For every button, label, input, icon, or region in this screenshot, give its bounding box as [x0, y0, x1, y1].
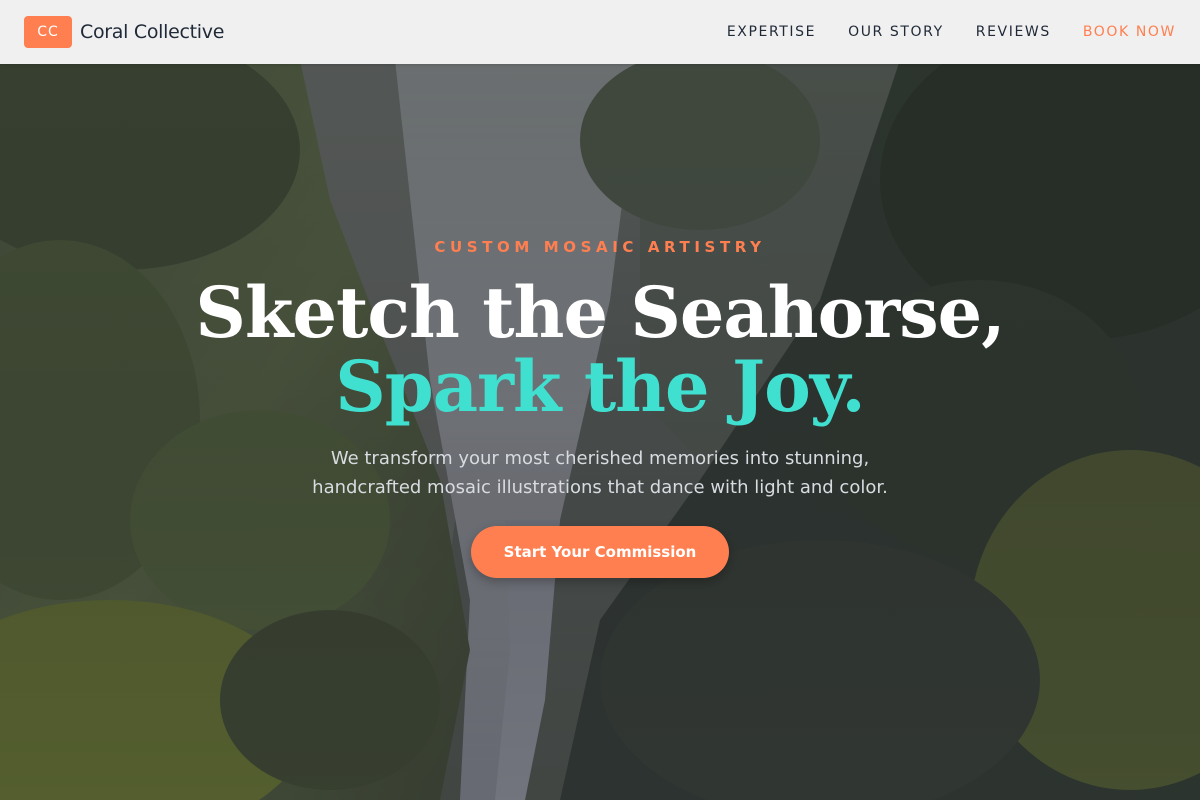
hero-subtitle-line2: handcrafted mosaic illustrations that da… — [312, 477, 888, 498]
hero-headline-line2: Spark the Joy. — [335, 345, 866, 428]
hero-eyebrow: CUSTOM MOSAIC ARTISTRY — [434, 238, 766, 256]
hero-headline-line1: Sketch the Seahorse, — [195, 271, 1005, 354]
brand[interactable]: CC Coral Collective — [24, 16, 224, 48]
brand-logo[interactable]: CC — [24, 16, 72, 48]
nav-links: EXPERTISE OUR STORY REVIEWS BOOK NOW — [727, 24, 1176, 40]
hero-subtitle: We transform your most cherished memorie… — [250, 444, 950, 502]
nav-link-book-now[interactable]: BOOK NOW — [1083, 24, 1176, 40]
top-navbar: CC Coral Collective EXPERTISE OUR STORY … — [0, 0, 1200, 64]
start-commission-button[interactable]: Start Your Commission — [471, 526, 729, 578]
nav-link-our-story[interactable]: OUR STORY — [848, 24, 944, 40]
brand-name[interactable]: Coral Collective — [80, 21, 224, 43]
hero-section: CUSTOM MOSAIC ARTISTRY Sketch the Seahor… — [0, 0, 1200, 800]
hero-headline: Sketch the Seahorse, Spark the Joy. — [0, 276, 1200, 424]
nav-link-expertise[interactable]: EXPERTISE — [727, 24, 816, 40]
nav-link-reviews[interactable]: REVIEWS — [976, 24, 1051, 40]
hero-subtitle-line1: We transform your most cherished memorie… — [330, 448, 870, 469]
